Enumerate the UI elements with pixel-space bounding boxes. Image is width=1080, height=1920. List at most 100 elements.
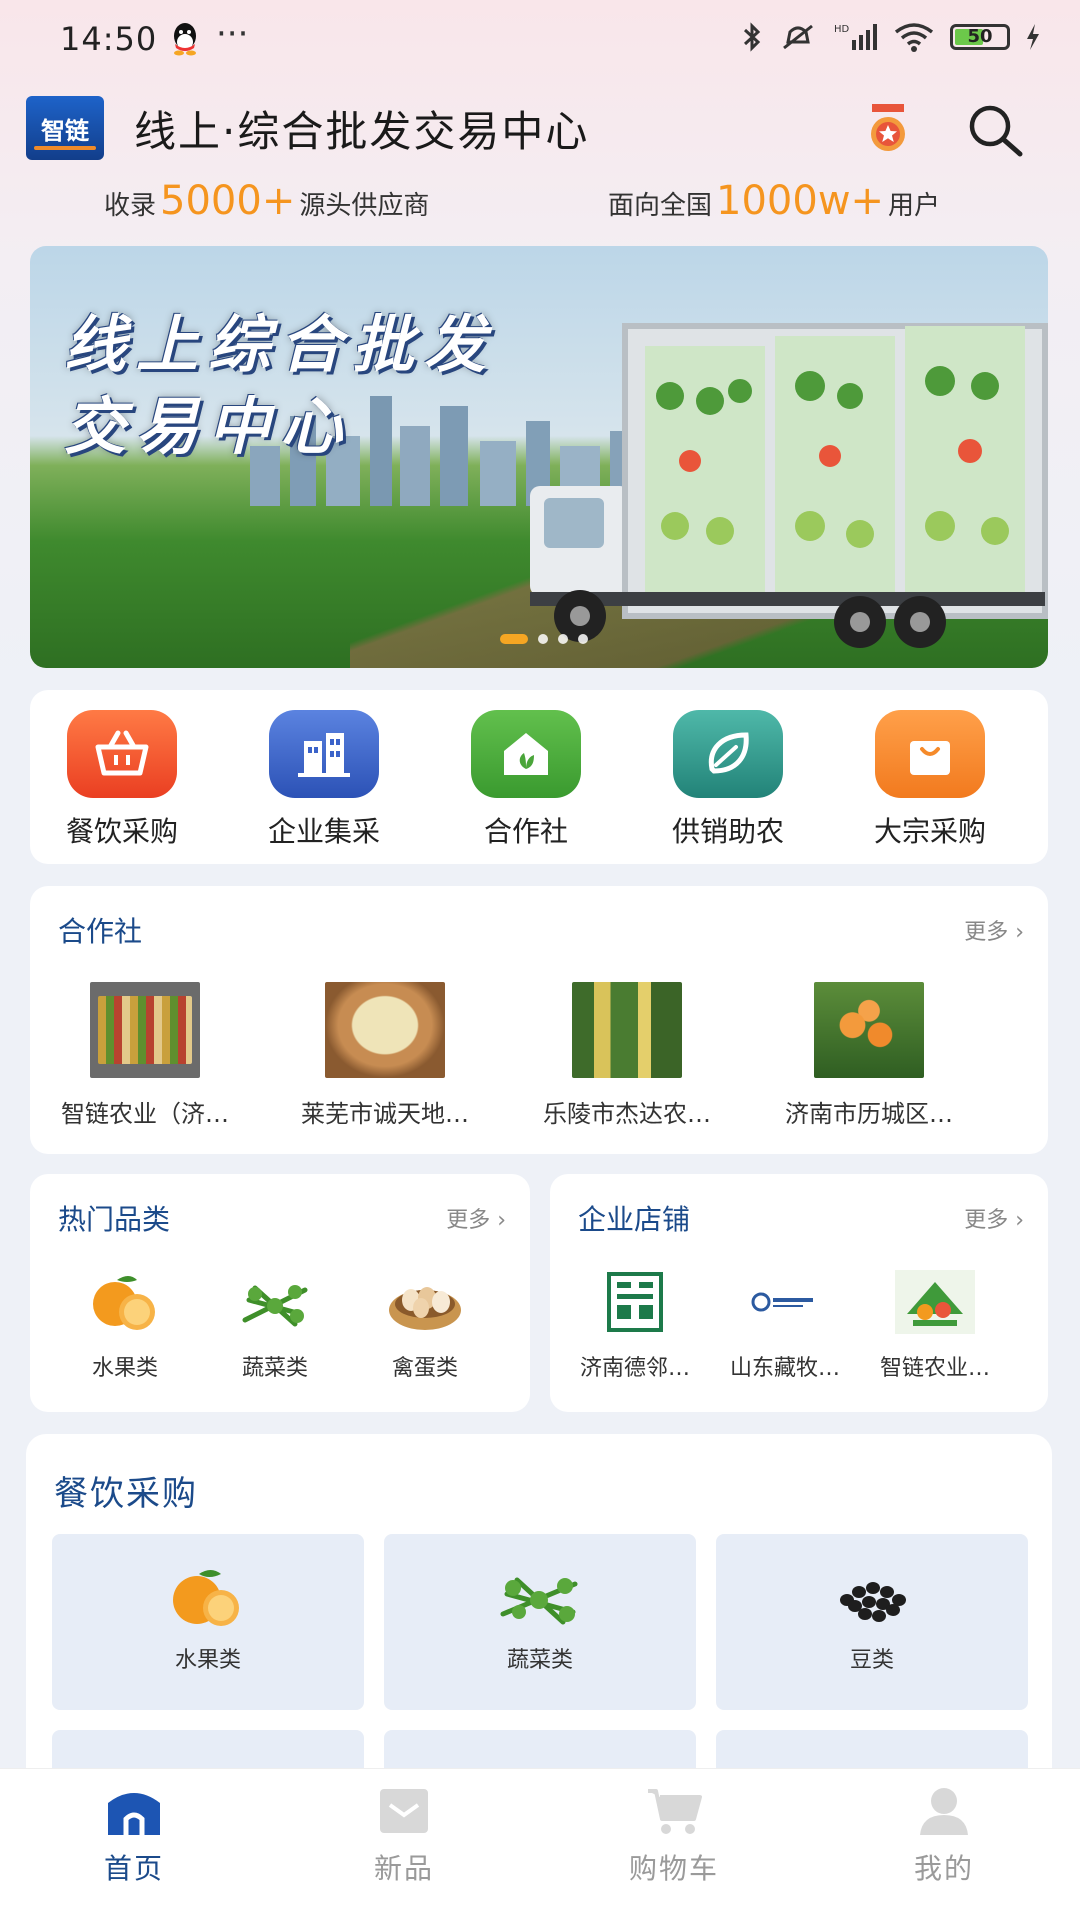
cooperative-section: 合作社 更多 › 智链农业（济… 莱芜市诚天地… 乐陵市杰达农… 济南市历城区… <box>30 886 1048 1154</box>
bluetooth-icon <box>743 22 761 52</box>
quick-nav-bulk[interactable]: 大宗采购 <box>840 710 1020 850</box>
carousel-indicator[interactable] <box>500 634 588 644</box>
quick-nav-label: 餐饮采购 <box>65 815 178 848</box>
banner-line-2: 交易中心 <box>64 390 353 463</box>
quick-nav-label: 合作社 <box>483 815 568 848</box>
quick-nav-catering[interactable]: 餐饮采购 <box>32 710 212 850</box>
section-title: 餐饮采购 <box>54 1474 198 1514</box>
qq-icon <box>174 23 196 56</box>
shop-logo-icon <box>751 1292 813 1312</box>
status-more: ··· <box>216 14 249 54</box>
cooperative-item[interactable]: 智链农业（济… <box>30 982 260 1129</box>
category-item[interactable]: 禽蛋类 <box>350 1270 500 1382</box>
stat-prefix: 面向全国 <box>608 191 713 221</box>
basket-icon <box>67 710 177 798</box>
shop-item[interactable]: 智链农业… <box>860 1270 1010 1382</box>
user-icon <box>920 1788 968 1835</box>
home-icon <box>108 1793 160 1835</box>
quick-nav-cooperative[interactable]: 合作社 <box>436 710 616 850</box>
cooperative-item[interactable]: 济南市历城区… <box>754 982 984 1129</box>
stat-prefix: 收录 <box>104 191 157 221</box>
tile-label: 水果类 <box>174 1648 241 1673</box>
catering-category-tile[interactable]: 水果类 <box>52 1534 364 1710</box>
status-time: 14:50 <box>60 20 158 58</box>
more-link[interactable]: 更多 › <box>446 1202 506 1234</box>
cooperative-name: 乐陵市杰达农… <box>543 1100 711 1128</box>
mute-icon <box>783 24 813 50</box>
battery-indicator: 50 <box>950 24 1010 50</box>
tab-home[interactable]: 首页 <box>54 1785 214 1887</box>
stat-value: 1000w+ <box>716 178 885 224</box>
quick-nav-label: 企业集采 <box>267 815 380 848</box>
carousel-dot[interactable] <box>578 634 588 644</box>
status-bar: 14:50 ··· HD 50 <box>0 0 1080 80</box>
tab-label: 购物车 <box>628 1852 719 1885</box>
stats-row: 收录 5000+ 源头供应商 面向全国 1000w+ 用户 <box>0 178 1080 232</box>
quick-nav-label: 大宗采购 <box>873 815 986 848</box>
cooperative-name: 莱芜市诚天地… <box>301 1100 469 1128</box>
shop-logo-icon <box>607 1272 663 1332</box>
medal-icon[interactable] <box>866 104 910 154</box>
tab-new[interactable]: 新品 <box>324 1785 484 1887</box>
tab-profile[interactable]: 我的 <box>864 1785 1024 1887</box>
quick-nav: 餐饮采购 企业集采 合作社 供销助农 大宗采购 <box>30 690 1048 864</box>
stat-value: 5000+ <box>160 178 296 224</box>
section-title: 合作社 <box>58 915 143 948</box>
tile-label: 豆类 <box>849 1648 894 1673</box>
shop-item[interactable]: 济南德邻… <box>560 1270 710 1382</box>
enterprise-shops-section: 企业店铺 更多 › 济南德邻… 山东藏牧… 智链农业… <box>550 1174 1048 1412</box>
carousel-dot[interactable] <box>538 634 548 644</box>
cooperative-name: 济南市历城区… <box>785 1100 953 1128</box>
greens-icon <box>500 1577 578 1625</box>
category-label: 蔬菜类 <box>241 1356 308 1381</box>
shop-label: 山东藏牧… <box>729 1356 840 1381</box>
signal-icon: HD <box>834 24 877 50</box>
beans-icon <box>840 1582 906 1622</box>
orange-icon <box>173 1570 239 1626</box>
carousel-dot[interactable] <box>500 634 528 644</box>
category-label: 禽蛋类 <box>391 1356 458 1381</box>
shop-label: 智链农业… <box>879 1356 990 1381</box>
hero-banner[interactable]: 线上综合批发 交易中心 <box>30 246 1048 668</box>
app-header: 智链 线上·综合批发交易中心 <box>0 90 1080 170</box>
section-title: 热门品类 <box>58 1203 171 1236</box>
supplier-stat: 收录 5000+ 源头供应商 <box>104 178 429 224</box>
quick-nav-agri-support[interactable]: 供销助农 <box>638 710 818 850</box>
more-link[interactable]: 更多 › <box>964 914 1024 946</box>
banner-line-1: 线上综合批发 <box>64 308 497 381</box>
building-icon <box>269 710 379 798</box>
house-leaf-icon <box>471 710 581 798</box>
cart-icon <box>648 1789 702 1834</box>
wifi-icon <box>894 23 934 52</box>
tab-cart[interactable]: 购物车 <box>594 1785 754 1887</box>
more-link[interactable]: 更多 › <box>964 1202 1024 1234</box>
cooperative-image <box>325 982 445 1078</box>
quick-nav-enterprise[interactable]: 企业集采 <box>234 710 414 850</box>
orange-icon <box>93 1276 155 1330</box>
shopping-bag-icon <box>875 710 985 798</box>
category-label: 水果类 <box>91 1356 158 1381</box>
cooperative-item[interactable]: 乐陵市杰达农… <box>512 982 742 1129</box>
page-title: 线上·综合批发交易中心 <box>134 107 590 156</box>
svg-text:HD: HD <box>834 24 850 35</box>
eggs-icon <box>389 1287 461 1330</box>
category-item[interactable]: 蔬菜类 <box>200 1270 350 1382</box>
category-item[interactable]: 水果类 <box>50 1270 200 1382</box>
cooperative-item[interactable]: 莱芜市诚天地… <box>270 982 500 1129</box>
charging-icon <box>1027 24 1039 50</box>
catering-category-tile[interactable]: 蔬菜类 <box>384 1534 696 1710</box>
hot-categories-section: 热门品类 更多 › 水果类 蔬菜类 禽蛋类 <box>30 1174 530 1412</box>
search-icon[interactable] <box>966 102 1026 158</box>
tab-label: 新品 <box>373 1852 434 1885</box>
catering-category-tile[interactable]: 豆类 <box>716 1534 1028 1710</box>
tile-label: 蔬菜类 <box>506 1648 573 1673</box>
cooperative-image <box>572 982 682 1078</box>
shop-item[interactable]: 山东藏牧… <box>710 1270 860 1382</box>
cooperative-image <box>90 982 200 1078</box>
quick-nav-label: 供销助农 <box>671 815 784 848</box>
app-logo: 智链 <box>26 96 104 160</box>
leaf-icon <box>673 710 783 798</box>
carousel-dot[interactable] <box>558 634 568 644</box>
stat-suffix: 源头供应商 <box>299 191 430 221</box>
cooperative-name: 智链农业（济… <box>61 1100 229 1128</box>
